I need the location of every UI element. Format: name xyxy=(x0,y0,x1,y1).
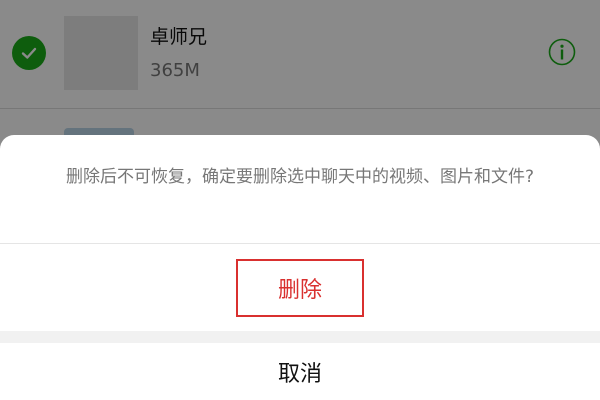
delete-action-sheet: 删除后不可恢复，确定要删除选中聊天中的视频、图片和文件? 删除 取消 xyxy=(0,135,600,400)
sheet-gap xyxy=(0,331,600,343)
delete-row: 删除 xyxy=(0,244,600,331)
confirm-message: 删除后不可恢复，确定要删除选中聊天中的视频、图片和文件? xyxy=(65,167,535,187)
cancel-button[interactable]: 取消 xyxy=(0,343,600,400)
delete-button[interactable]: 删除 xyxy=(236,258,364,317)
